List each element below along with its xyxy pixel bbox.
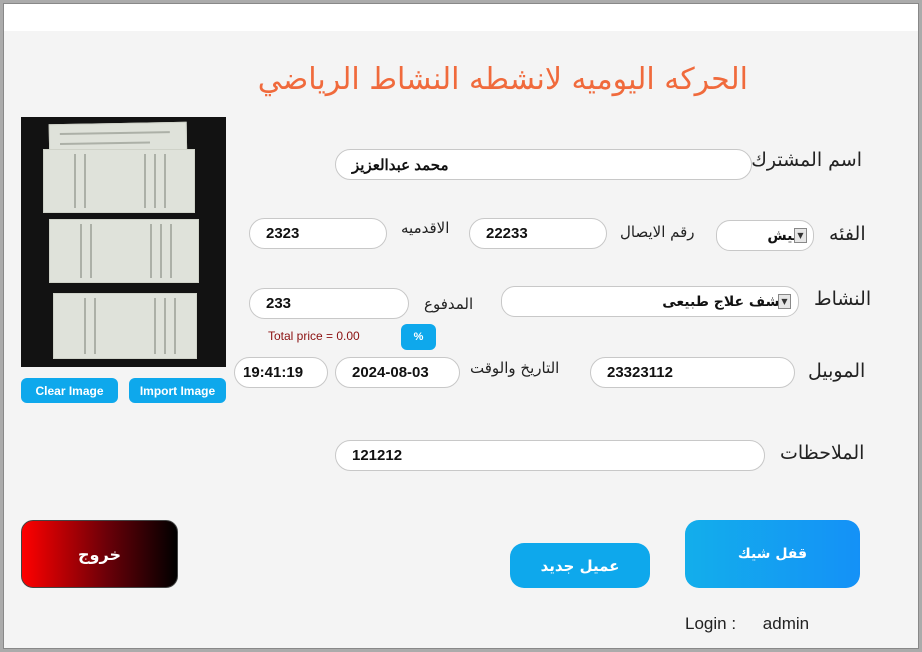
receipt-strip	[49, 219, 199, 283]
seniority-label: الاقدميه	[401, 219, 450, 237]
percent-button[interactable]: %	[401, 324, 436, 350]
datetime-label: التاريخ والوقت	[470, 359, 560, 377]
clear-image-button[interactable]: Clear Image	[21, 378, 118, 403]
page-title: الحركه اليوميه لانشطه النشاط الرياضي	[257, 62, 748, 97]
receipt-strip	[53, 293, 197, 359]
category-label: الفئه	[829, 223, 866, 245]
activity-label: النشاط	[814, 288, 872, 310]
activity-select[interactable]: كشف علاج طبيعى ▼	[501, 286, 799, 317]
notes-label: الملاحظات	[780, 442, 865, 464]
title-bar	[4, 4, 918, 31]
subscriber-name-field[interactable]: محمد عبدالعزيز	[335, 149, 752, 180]
subscriber-name-label: اسم المشترك	[751, 149, 862, 171]
login-user: admin	[762, 614, 810, 633]
exit-button[interactable]: خروج	[21, 520, 178, 588]
receipt-image-preview	[21, 117, 226, 367]
time-field[interactable]: 19:41:19	[234, 357, 328, 388]
receipt-number-field[interactable]: 22233	[469, 218, 607, 249]
chevron-down-icon[interactable]: ▼	[794, 228, 807, 243]
check-lock-button[interactable]: قفل شيك	[685, 520, 860, 588]
app-window: الحركه اليوميه لانشطه النشاط الرياضي Cle…	[3, 3, 919, 649]
chevron-down-icon[interactable]: ▼	[778, 294, 791, 309]
receipt-strip	[43, 149, 195, 213]
new-client-button[interactable]: عميل جديد	[510, 543, 650, 588]
date-field[interactable]: 2024-08-03	[335, 357, 460, 388]
mobile-field[interactable]: 23323112	[590, 357, 795, 388]
seniority-field[interactable]: 2323	[249, 218, 387, 249]
receipt-number-label: رقم الايصال	[620, 223, 695, 241]
login-status: Login : admin	[685, 614, 809, 634]
total-price-text: Total price = 0.00	[268, 329, 360, 343]
import-image-button[interactable]: Import Image	[129, 378, 226, 403]
login-label: Login :	[685, 614, 737, 633]
activity-select-value: كشف علاج طبيعى	[662, 293, 788, 310]
paid-field[interactable]: 233	[249, 288, 409, 319]
paid-label: المدفوع	[424, 295, 474, 313]
notes-field[interactable]: 121212	[335, 440, 765, 471]
category-select[interactable]: جيش ▼	[716, 220, 814, 251]
mobile-label: الموبيل	[808, 360, 866, 382]
